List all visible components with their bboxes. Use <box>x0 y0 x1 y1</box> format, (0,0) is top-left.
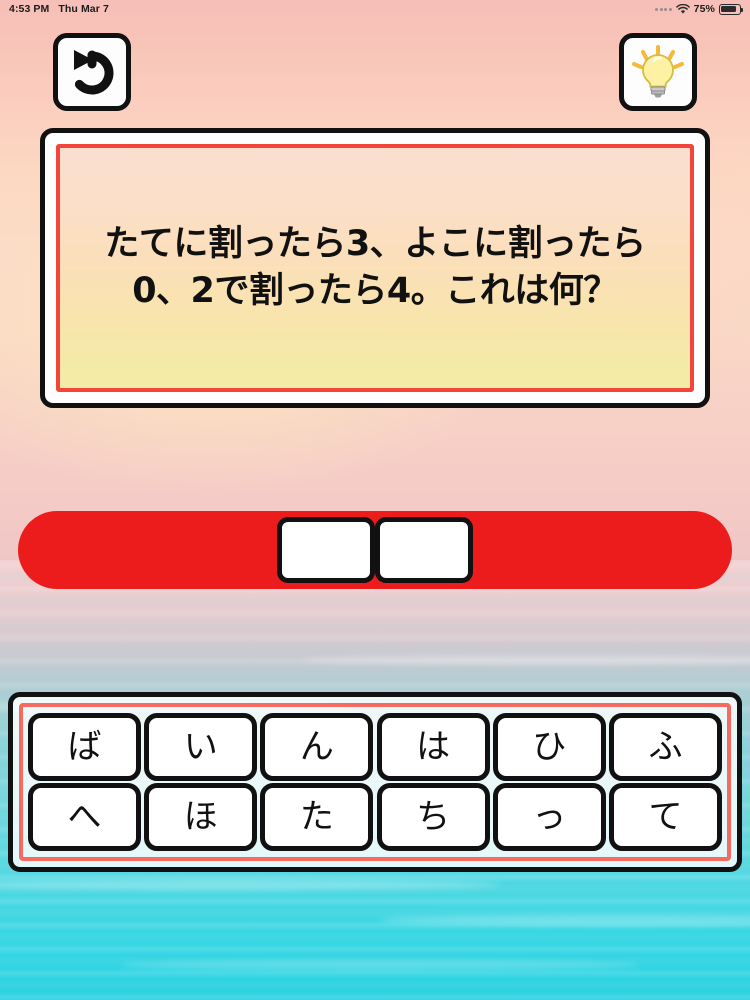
answer-slot[interactable] <box>375 517 473 583</box>
key-tile[interactable]: ば <box>28 713 141 781</box>
lightbulb-icon <box>632 45 684 98</box>
question-text: たてに割ったら3、よこに割ったら 0、2で割ったら4。これは何？ <box>104 224 646 311</box>
battery-icon <box>719 3 744 15</box>
key-tile[interactable]: っ <box>492 783 606 851</box>
keyboard-row: へ ほ た ち っ て <box>28 783 722 851</box>
key-tile[interactable]: ひ <box>492 713 606 781</box>
answer-bar <box>18 511 732 589</box>
keyboard-row: ば い ん は ひ ふ <box>28 713 722 781</box>
key-tile[interactable]: ち <box>376 783 490 851</box>
answer-slots <box>277 517 473 583</box>
status-bar: 4:53 PM Thu Mar 7 75% <box>0 0 750 18</box>
signal-dots-icon <box>655 7 672 11</box>
question-panel-inner: たてに割ったら3、よこに割ったら 0、2で割ったら4。これは何？ <box>56 144 694 392</box>
key-tile[interactable]: へ <box>28 783 141 851</box>
undo-arrow-icon <box>74 50 114 95</box>
question-panel: たてに割ったら3、よこに割ったら 0、2で割ったら4。これは何？ <box>40 128 710 408</box>
keyboard-panel: ば い ん は ひ ふ へ ほ た ち っ て <box>8 692 742 872</box>
key-tile[interactable]: は <box>376 713 490 781</box>
key-tile[interactable]: た <box>260 783 374 851</box>
status-date: Thu Mar 7 <box>58 3 109 15</box>
battery-percent-label: 75% <box>693 3 715 15</box>
status-time: 4:53 PM <box>9 3 50 15</box>
undo-button[interactable] <box>53 33 131 111</box>
hint-button[interactable] <box>619 33 697 111</box>
wifi-icon <box>675 3 690 15</box>
key-tile[interactable]: ほ <box>144 783 258 851</box>
key-tile[interactable]: ふ <box>608 713 722 781</box>
key-tile[interactable]: ん <box>260 713 374 781</box>
answer-slot[interactable] <box>277 517 375 583</box>
keyboard-panel-inner: ば い ん は ひ ふ へ ほ た ち っ て <box>19 703 731 861</box>
key-tile[interactable]: て <box>608 783 722 851</box>
key-tile[interactable]: い <box>144 713 258 781</box>
